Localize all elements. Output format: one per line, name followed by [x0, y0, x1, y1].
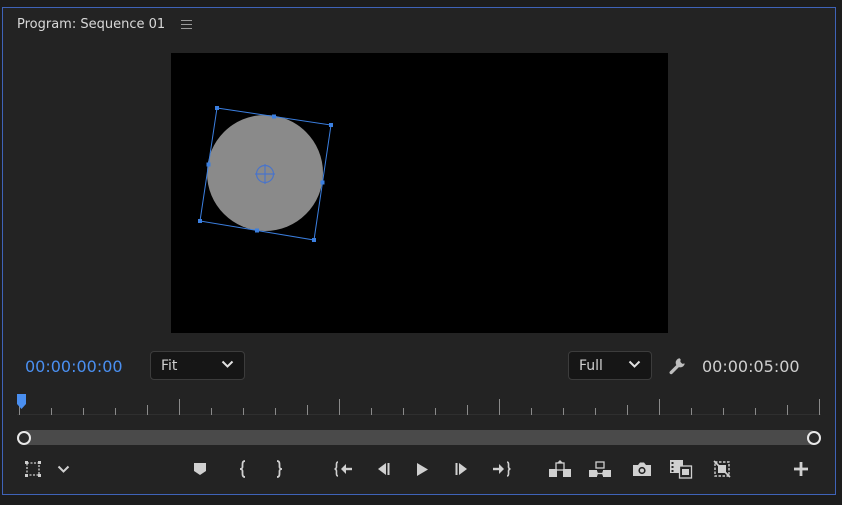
- step-back-icon[interactable]: [371, 457, 395, 481]
- zoom-scrollbar[interactable]: [17, 430, 821, 445]
- scroll-handle-right[interactable]: [807, 430, 821, 445]
- add-marker-icon[interactable]: [188, 457, 212, 481]
- extract-icon[interactable]: [588, 457, 612, 481]
- add-button-icon[interactable]: [789, 457, 813, 481]
- chevron-down-icon: [628, 360, 641, 368]
- step-forward-icon[interactable]: [450, 457, 474, 481]
- chevron-down-icon: [221, 360, 234, 368]
- program-viewer[interactable]: [171, 53, 668, 333]
- lift-icon[interactable]: [548, 457, 572, 481]
- play-icon[interactable]: [410, 457, 434, 481]
- wrench-icon[interactable]: [667, 356, 687, 376]
- duration-timecode: 00:00:05:00: [702, 357, 800, 376]
- panel-header: Program: Sequence 01: [17, 14, 193, 34]
- export-frame-icon[interactable]: [630, 457, 654, 481]
- mark-in-icon[interactable]: [231, 457, 255, 481]
- playback-resolution-select[interactable]: Full: [568, 351, 652, 380]
- go-to-in-icon[interactable]: [331, 457, 355, 481]
- comparison-view-icon[interactable]: [669, 457, 693, 481]
- playhead-icon[interactable]: [17, 394, 26, 410]
- program-monitor-panel: Program: Sequence 01 00:00:00:00 Fit Ful…: [2, 7, 836, 495]
- time-ruler[interactable]: [17, 393, 821, 415]
- safe-margins-icon[interactable]: [21, 457, 45, 481]
- chevron-down-icon[interactable]: [51, 457, 75, 481]
- playback-resolution-value: Full: [579, 357, 603, 374]
- viewer-canvas[interactable]: [171, 53, 668, 333]
- current-timecode[interactable]: 00:00:00:00: [25, 357, 123, 376]
- scroll-handle-left[interactable]: [17, 430, 31, 445]
- mark-out-icon[interactable]: [267, 457, 291, 481]
- zoom-level-value: Fit: [161, 357, 178, 374]
- zoom-level-select[interactable]: Fit: [150, 351, 245, 380]
- go-to-out-icon[interactable]: [490, 457, 514, 481]
- hamburger-icon[interactable]: [181, 19, 193, 29]
- toggle-proxies-icon[interactable]: [710, 457, 734, 481]
- panel-title[interactable]: Program: Sequence 01: [17, 17, 165, 32]
